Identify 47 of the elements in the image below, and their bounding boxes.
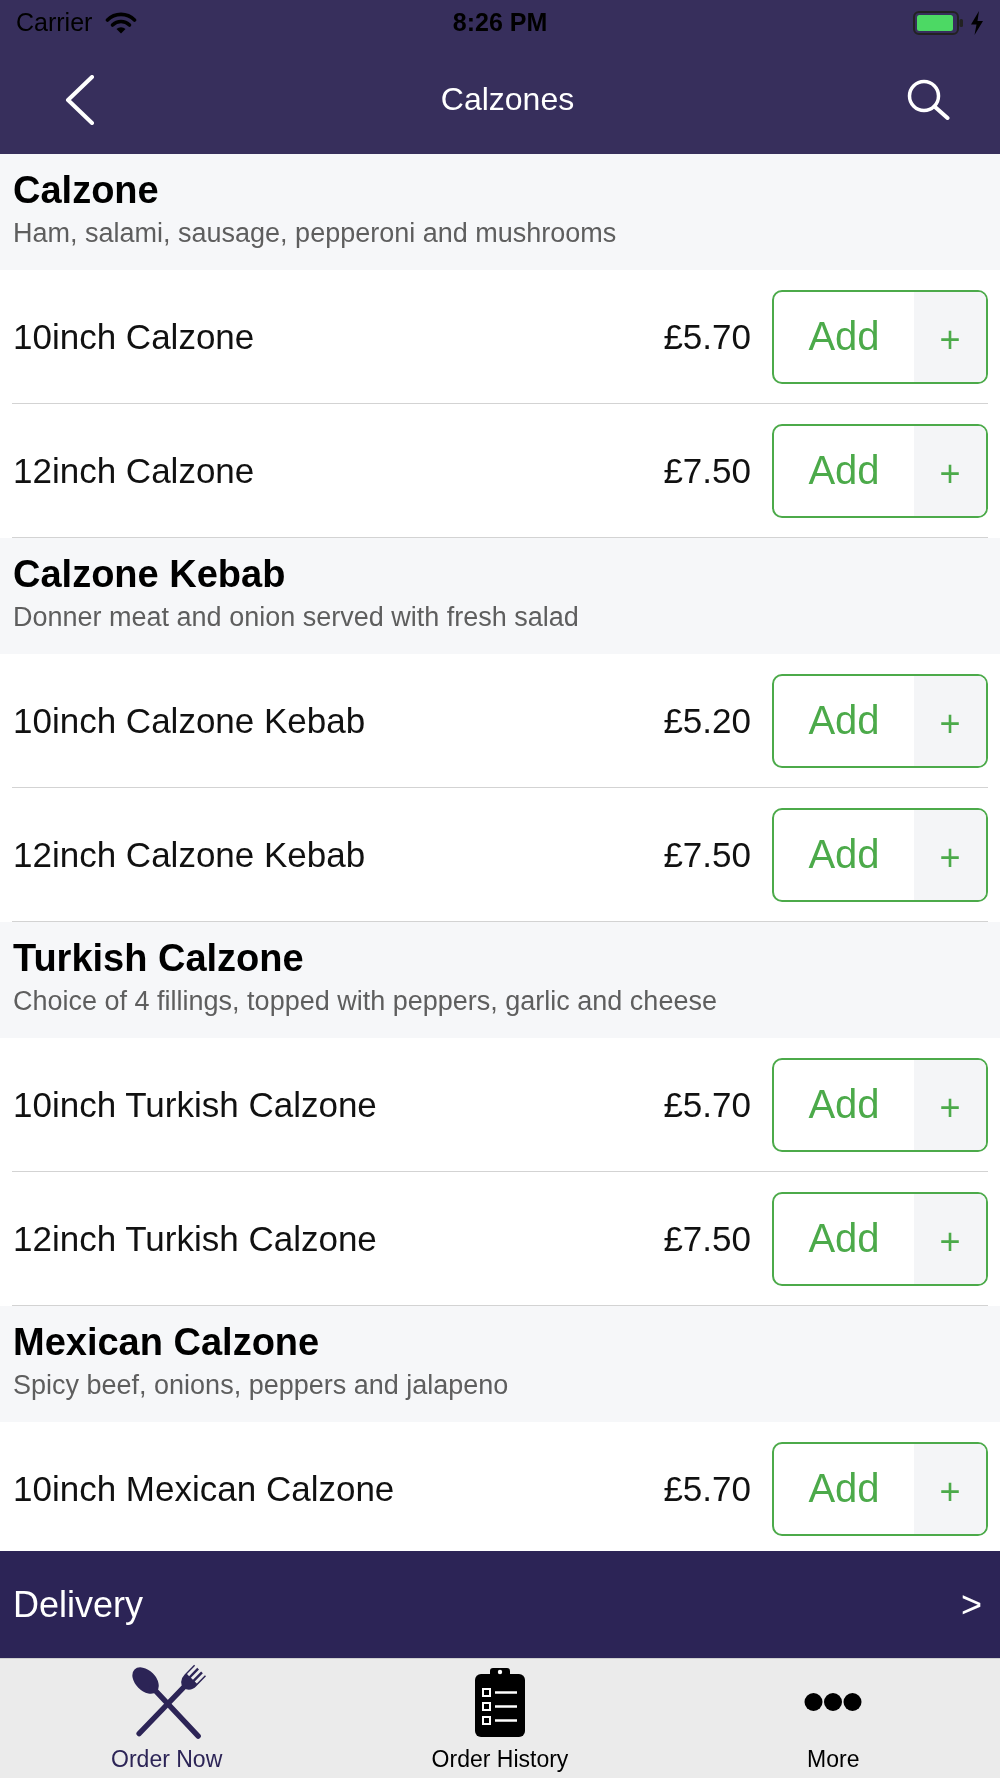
item-name: 10inch Calzone [12,316,256,357]
charging-bolt-icon [970,10,984,35]
section-title: Calzone [13,168,159,213]
section-title: Mexican Calzone [13,1320,320,1365]
add-button[interactable]: Add + [772,1441,988,1536]
add-button[interactable]: Add + [772,1191,988,1286]
back-button[interactable] [65,74,95,125]
wifi-icon [105,11,138,34]
search-button[interactable] [907,79,950,120]
add-button[interactable]: Add + [772,289,988,384]
item-price: £7.50 [663,1218,751,1259]
item-price: £5.20 [663,700,751,741]
item-name: 12inch Calzone [12,450,256,491]
delivery-label: Delivery [13,1583,144,1626]
nav-title: Calzones [440,81,575,118]
add-button[interactable]: Add + [772,423,988,518]
clipboard-icon [474,1666,526,1738]
add-button[interactable]: Add + [772,673,988,768]
item-price: £7.50 [663,450,751,491]
section-title: Turkish Calzone [13,936,304,981]
section-description: Donner meat and onion served with fresh salad [13,601,579,634]
section-description: Choice of 4 fillings, topped with peppers, garlic and cheese [13,985,717,1018]
tab-bar-item[interactable]: Order Now [0,1659,334,1778]
section-title: Calzone Kebab [13,552,286,597]
delivery-bar[interactable]: Delivery > [0,1551,1000,1658]
item-price: £5.70 [663,1468,751,1509]
more-dots-icon [804,1692,863,1712]
tab-bar-item[interactable]: Order History [333,1659,667,1778]
search-icon [907,79,950,120]
item-name: 10inch Mexican Calzone [12,1468,396,1509]
item-price: £5.70 [663,1084,751,1125]
tab-bar-item[interactable]: More [666,1659,1000,1778]
item-price: £7.50 [663,834,751,875]
status-time: 8:26 PM [452,8,548,37]
chevron-left-icon [65,74,95,125]
item-name: 10inch Turkish Calzone [12,1084,378,1125]
add-button[interactable]: Add + [772,1057,988,1152]
add-button[interactable]: Add + [772,807,988,902]
carrier-label: Carrier [16,8,93,37]
item-price: £5.70 [663,316,751,357]
section-description: Spicy beef, onions, peppers and jalapeno [13,1369,509,1402]
item-name: 10inch Calzone Kebab [12,700,367,741]
item-name: 12inch Turkish Calzone [12,1218,378,1259]
battery-icon [913,10,963,35]
forward-chevron[interactable]: > [960,1583,982,1626]
section-description: Ham, salami, sausage, pepperoni and mushrooms [13,217,617,250]
item-name: 12inch Calzone Kebab [12,834,367,875]
